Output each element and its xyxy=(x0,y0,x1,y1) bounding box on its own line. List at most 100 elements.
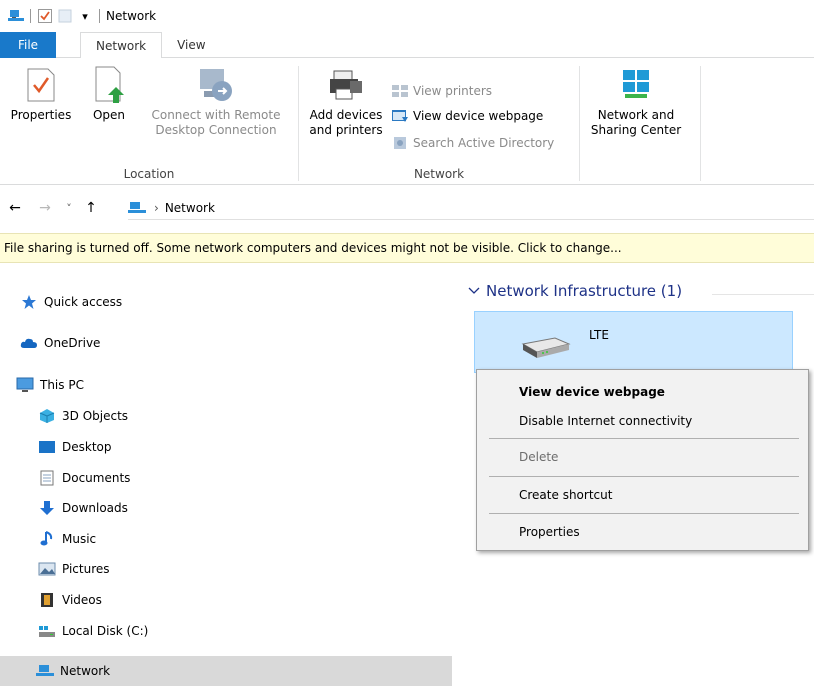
connect-remote-label-2: Desktop Connection xyxy=(155,123,277,137)
recent-locations-button[interactable]: ˅ xyxy=(58,197,80,219)
nav-item-videos[interactable]: Videos xyxy=(0,585,452,615)
ribbon: Properties Open Connect with Remote Desk… xyxy=(0,58,814,185)
nav-item-label: Documents xyxy=(62,471,131,485)
drive-icon xyxy=(38,623,56,639)
device-name: LTE xyxy=(589,328,609,342)
open-button[interactable]: Open xyxy=(86,64,132,123)
new-folder-qat-icon[interactable] xyxy=(57,8,73,24)
open-icon xyxy=(89,64,129,106)
nav-item-documents[interactable]: Documents xyxy=(0,463,452,493)
nav-item-3d-objects[interactable]: 3D Objects xyxy=(0,401,452,431)
network-sharing-label-1: Network and xyxy=(597,108,675,122)
title-separator xyxy=(99,9,100,23)
menu-item-properties[interactable]: Properties xyxy=(477,519,808,545)
network-icon xyxy=(36,663,54,679)
open-label: Open xyxy=(92,108,126,122)
ribbon-tabs: File Network View xyxy=(0,32,814,59)
location-group-label: Location xyxy=(123,167,175,181)
add-devices-label-2: and printers xyxy=(309,123,383,137)
nav-item-label: Pictures xyxy=(62,562,110,576)
infobar-text: File sharing is turned off. Some network… xyxy=(4,241,622,255)
window-title: Network xyxy=(106,9,157,23)
connect-remote-desktop-button[interactable]: Connect with Remote Desktop Connection xyxy=(140,64,292,138)
tab-view[interactable]: View xyxy=(162,32,220,58)
computer-icon xyxy=(16,377,34,393)
tab-network[interactable]: Network xyxy=(80,32,163,59)
cloud-icon xyxy=(20,335,38,351)
lte-device-tile[interactable]: LTE xyxy=(474,311,793,373)
forward-button[interactable]: → xyxy=(34,197,56,219)
menu-item-view-device-webpage[interactable]: View device webpage xyxy=(477,379,808,405)
nav-item-label: OneDrive xyxy=(44,336,101,350)
view-printers-button[interactable]: View printers xyxy=(391,80,492,102)
nav-item-this-pc[interactable]: This PC xyxy=(0,370,452,400)
nav-item-quick-access[interactable]: Quick access xyxy=(0,287,452,317)
nav-item-label: Network xyxy=(60,664,111,678)
nav-item-label: Desktop xyxy=(62,440,112,454)
active-directory-icon xyxy=(391,135,409,151)
network-group-label: Network xyxy=(413,167,465,181)
nav-item-label: This PC xyxy=(40,378,84,392)
menu-item-disable-internet[interactable]: Disable Internet connectivity xyxy=(477,408,808,434)
title-bar: ▾ Network xyxy=(0,0,814,32)
location-group: Properties Open Connect with Remote Desk… xyxy=(0,58,298,185)
connect-remote-label-1: Connect with Remote xyxy=(151,108,281,122)
add-devices-button[interactable]: Add devices and printers xyxy=(301,64,391,138)
chevron-down-icon xyxy=(468,285,480,298)
nav-item-local-disk[interactable]: Local Disk (C:) xyxy=(0,616,452,646)
nav-item-label: Downloads xyxy=(62,501,128,515)
nav-item-downloads[interactable]: Downloads xyxy=(0,493,452,523)
network-infrastructure-header[interactable]: Network Infrastructure (1) xyxy=(468,282,682,300)
properties-icon xyxy=(21,64,61,106)
star-icon xyxy=(20,294,38,310)
device-webpage-icon xyxy=(391,108,409,124)
breadcrumb-network[interactable]: Network xyxy=(165,201,215,215)
qat-dropdown-icon[interactable]: ▾ xyxy=(77,8,93,24)
properties-button[interactable]: Properties xyxy=(0,64,82,123)
music-note-icon xyxy=(38,531,56,547)
network-sharing-label-2: Sharing Center xyxy=(590,123,682,137)
address-box[interactable]: › Network xyxy=(128,196,814,220)
nav-item-onedrive[interactable]: OneDrive xyxy=(0,328,452,358)
nav-item-label: Videos xyxy=(62,593,102,607)
nav-item-desktop[interactable]: Desktop xyxy=(0,432,452,462)
search-active-directory-button[interactable]: Search Active Directory xyxy=(391,132,554,154)
network-group: Add devices and printers View printers V… xyxy=(299,58,579,185)
properties-label: Properties xyxy=(10,108,72,122)
nav-item-label: Music xyxy=(62,532,97,546)
menu-separator xyxy=(489,513,799,514)
nav-item-pictures[interactable]: Pictures xyxy=(0,554,452,584)
address-bar-row: ← → ˅ ↑ › Network xyxy=(0,192,814,224)
menu-item-delete[interactable]: Delete xyxy=(477,444,808,470)
group-header-label: Network Infrastructure (1) xyxy=(486,282,683,300)
file-sharing-infobar[interactable]: File sharing is turned off. Some network… xyxy=(0,233,814,263)
3d-objects-icon xyxy=(38,408,56,424)
printer-icon xyxy=(326,64,366,106)
navigation-pane: Quick access OneDrive This PC 3D Objects… xyxy=(0,264,452,698)
tab-file[interactable]: File xyxy=(0,32,56,58)
group-divider xyxy=(700,66,701,181)
menu-separator xyxy=(489,476,799,477)
nav-item-network[interactable]: Network xyxy=(0,656,452,686)
network-window-icon[interactable] xyxy=(8,8,24,24)
nav-item-music[interactable]: Music xyxy=(0,524,452,554)
up-button[interactable]: ↑ xyxy=(80,197,102,219)
view-printers-icon xyxy=(391,83,409,99)
search-active-directory-label: Search Active Directory xyxy=(413,136,555,150)
title-separator xyxy=(30,9,31,23)
nav-item-label: Quick access xyxy=(44,295,123,309)
network-location-icon xyxy=(128,201,148,215)
properties-qat-icon[interactable] xyxy=(37,8,53,24)
desktop-icon xyxy=(38,439,56,455)
add-devices-label-1: Add devices xyxy=(309,108,383,122)
group-header-line xyxy=(712,294,814,295)
menu-item-create-shortcut[interactable]: Create shortcut xyxy=(477,482,808,508)
view-device-webpage-button[interactable]: View device webpage xyxy=(391,105,543,127)
view-printers-label: View printers xyxy=(413,84,493,98)
network-sharing-center-button[interactable]: Network and Sharing Center xyxy=(586,64,686,138)
download-arrow-icon xyxy=(38,500,56,516)
sharing-group: Network and Sharing Center xyxy=(580,58,700,185)
nav-item-label: Local Disk (C:) xyxy=(62,624,149,638)
back-button[interactable]: ← xyxy=(4,197,26,219)
menu-separator xyxy=(489,438,799,439)
